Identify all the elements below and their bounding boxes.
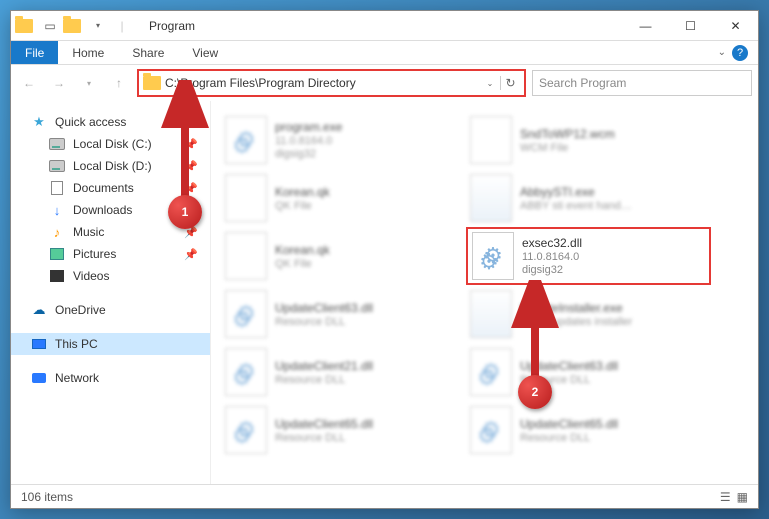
pc-icon — [31, 336, 47, 352]
window-title: Program — [137, 19, 195, 33]
explorer-window: ▭ ▾ | Program — ☐ ✕ File Home Share View… — [10, 10, 759, 509]
video-icon — [49, 268, 65, 284]
star-icon: ★ — [31, 114, 47, 130]
help-icon[interactable]: ? — [732, 45, 748, 61]
view-switcher: ☰ ▦ — [720, 490, 748, 504]
tab-view[interactable]: View — [178, 42, 232, 64]
qat-properties-icon[interactable]: ▭ — [39, 15, 61, 37]
tab-home[interactable]: Home — [58, 42, 118, 64]
sidebar-network[interactable]: Network — [11, 367, 210, 389]
search-placeholder: Search Program — [539, 76, 626, 90]
file-item[interactable]: UpdateInstaller.exeABBY updates installe… — [466, 285, 711, 343]
qat-sep: | — [111, 15, 133, 37]
file-icon — [225, 174, 267, 222]
minimize-button[interactable]: — — [623, 11, 668, 41]
dll-icon — [225, 290, 267, 338]
file-item[interactable]: AbbyySTI.exeABBY sti event hand… — [466, 169, 711, 227]
quick-access-toolbar: ▭ ▾ | — [11, 15, 137, 37]
file-item[interactable]: UpdateClient63.dllResource DLL — [466, 343, 711, 401]
qat-dropdown-icon[interactable]: ▾ — [87, 15, 109, 37]
status-count: 106 items — [21, 490, 73, 504]
nav-forward-icon[interactable]: → — [47, 71, 71, 95]
addr-dropdown-icon[interactable]: ⌄ — [480, 79, 500, 88]
callout-2: 2 — [518, 375, 552, 409]
disk-icon — [49, 136, 65, 152]
file-item[interactable]: SndToWP12.wcmWCM File — [466, 111, 711, 169]
dll-icon — [225, 116, 267, 164]
nav-recent-icon[interactable]: ▾ — [77, 71, 101, 95]
view-tiles-icon[interactable]: ▦ — [737, 490, 748, 504]
title-bar: ▭ ▾ | Program — ☐ ✕ — [11, 11, 758, 41]
tab-file[interactable]: File — [11, 41, 58, 64]
music-icon: ♪ — [49, 224, 65, 240]
file-item[interactable]: UpdateClient21.dllResource DLL — [221, 343, 466, 401]
ribbon-tabs: File Home Share View ⌄ ? — [11, 41, 758, 65]
refresh-icon[interactable]: ↻ — [500, 76, 520, 90]
close-button[interactable]: ✕ — [713, 11, 758, 41]
picture-icon — [49, 246, 65, 262]
callout-arrow-2 — [505, 280, 565, 390]
qat-newfolder-icon[interactable] — [63, 15, 85, 37]
sidebar-this-pc[interactable]: This PC — [11, 333, 210, 355]
file-item-highlighted[interactable]: exsec32.dll11.0.8164.0digsig32 — [466, 227, 711, 285]
file-item[interactable]: Korean.qkQK File — [221, 169, 466, 227]
view-details-icon[interactable]: ☰ — [720, 490, 731, 504]
callout-arrow-1 — [155, 80, 215, 210]
file-item[interactable]: UpdateClient65.dllResource DLL — [221, 401, 466, 459]
status-bar: 106 items ☰ ▦ — [11, 484, 758, 508]
file-item[interactable]: UpdateClient63.dllResource DLL — [221, 285, 466, 343]
search-input[interactable]: Search Program — [532, 70, 752, 96]
disk-icon — [49, 158, 65, 174]
dll-icon — [472, 232, 514, 280]
tab-share[interactable]: Share — [118, 42, 178, 64]
dll-icon — [225, 348, 267, 396]
sidebar-item-pictures[interactable]: Pictures📌 — [11, 243, 210, 265]
ribbon-expand-icon[interactable]: ⌄ — [718, 47, 726, 58]
maximize-button[interactable]: ☐ — [668, 11, 713, 41]
nav-back-icon[interactable]: ← — [17, 71, 41, 95]
file-item[interactable]: UpdateClient65.dllResource DLL — [466, 401, 711, 459]
file-item[interactable]: Korean.qkQK File — [221, 227, 466, 285]
download-icon: ↓ — [49, 202, 65, 218]
callout-1: 1 — [168, 195, 202, 229]
dll-icon — [225, 406, 267, 454]
file-item[interactable]: program.exe11.0.8164.0digsig32 — [221, 111, 466, 169]
document-icon — [49, 180, 65, 196]
network-icon — [31, 370, 47, 386]
file-icon — [225, 232, 267, 280]
file-list[interactable]: program.exe11.0.8164.0digsig32 SndToWP12… — [211, 101, 758, 484]
nav-toolbar: ← → ▾ ↑ C:\Program Files\Program Directo… — [11, 65, 758, 101]
ribbon-right: ⌄ ? — [718, 45, 758, 61]
dll-icon — [470, 406, 512, 454]
window-controls: — ☐ ✕ — [623, 11, 758, 41]
sidebar-onedrive[interactable]: ☁OneDrive — [11, 299, 210, 321]
file-icon — [470, 116, 512, 164]
exe-icon — [470, 174, 512, 222]
body-area: ★Quick access Local Disk (C:)📌 Local Dis… — [11, 101, 758, 484]
folder-icon — [15, 15, 37, 37]
nav-up-icon[interactable]: ↑ — [107, 71, 131, 95]
pin-icon: 📌 — [184, 248, 198, 261]
sidebar-item-videos[interactable]: Videos — [11, 265, 210, 287]
onedrive-icon: ☁ — [31, 302, 47, 318]
